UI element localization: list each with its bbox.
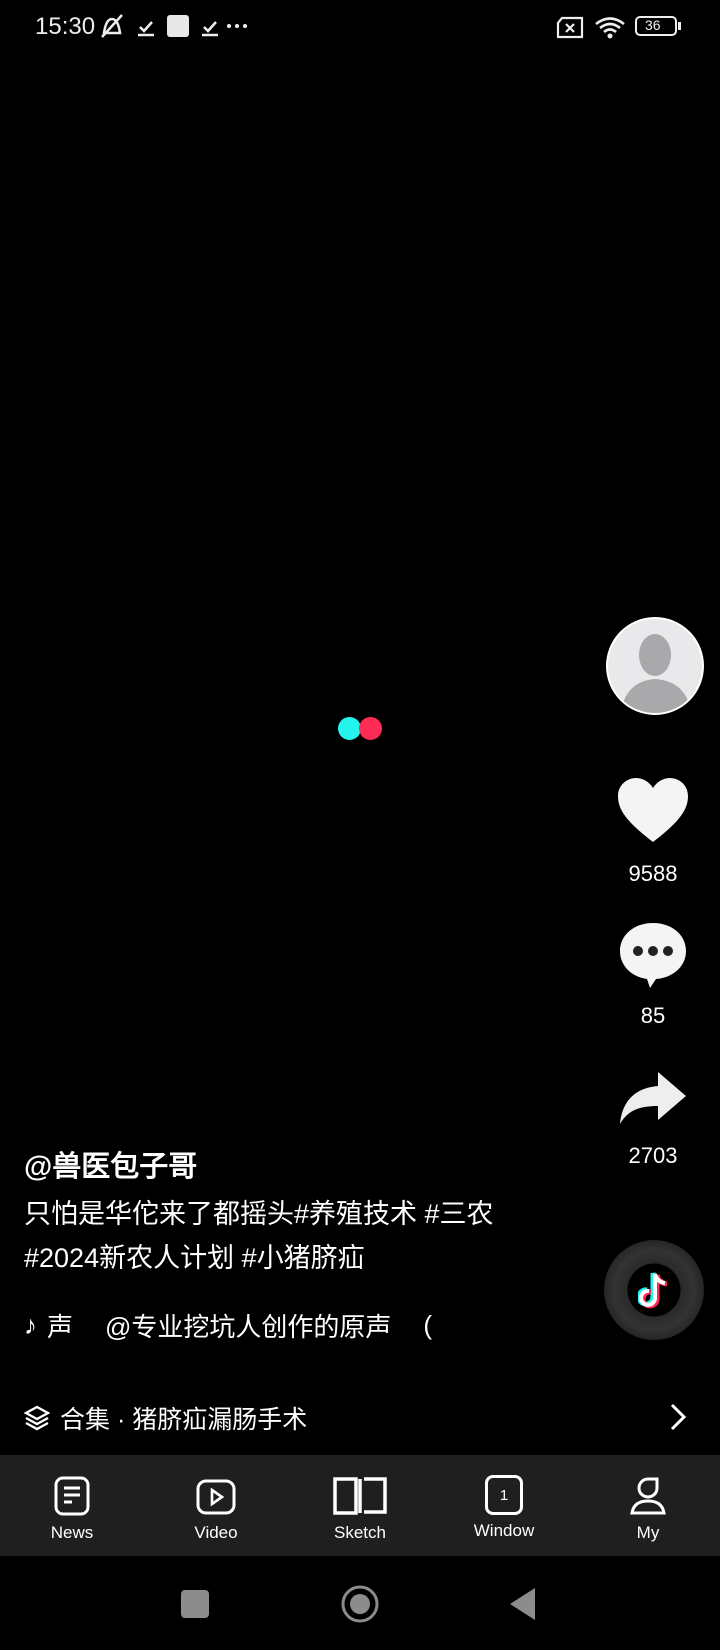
- music-info[interactable]: ♪ 声 @专业挖坑人创作的原声 (: [24, 1307, 464, 1344]
- music-title-overflow: (: [423, 1310, 433, 1340]
- recents-button[interactable]: [181, 1590, 209, 1618]
- tiktok-logo-icon: [638, 1272, 668, 1309]
- tab-video[interactable]: Video: [144, 1455, 288, 1556]
- like-count: 9588: [628, 861, 678, 886]
- music-note-icon: ♪: [24, 1310, 37, 1340]
- comment-button[interactable]: [603, 920, 703, 997]
- music-disc[interactable]: [604, 1240, 704, 1340]
- status-bar: 15:30 36: [0, 0, 720, 56]
- bottom-tab-bar: News Video Sketch 1 Window My: [0, 1455, 720, 1556]
- creator-username[interactable]: @兽医包子哥: [24, 1143, 197, 1185]
- back-button[interactable]: [508, 1586, 538, 1622]
- chevron-right-icon[interactable]: [668, 1402, 688, 1440]
- comment-icon: [620, 923, 686, 988]
- system-status-icons: [556, 16, 681, 39]
- video-description: 只怕是华佗来了都摇头#养殖技术 #三农 #2024新农人计划 #小猪脐疝: [24, 1199, 494, 1273]
- collection-title: 合集 · 猪脐疝漏肠手术: [60, 1406, 308, 1434]
- like-button[interactable]: [603, 776, 703, 851]
- tab-label: My: [636, 1523, 660, 1542]
- share-icon: [620, 1072, 686, 1124]
- system-navigation-bar: [0, 1556, 720, 1650]
- collection-link[interactable]: 合集 · 猪脐疝漏肠手术: [24, 1400, 704, 1436]
- window-count: 1: [499, 1486, 509, 1504]
- comment-count: 85: [640, 1003, 666, 1028]
- tab-news[interactable]: News: [0, 1455, 144, 1556]
- person-placeholder-icon: [620, 634, 692, 713]
- clock: 15:30: [35, 13, 96, 40]
- tab-label: News: [50, 1523, 94, 1542]
- music-title: @专业挖坑人创作的原声: [105, 1312, 392, 1342]
- window-icon: 1: [485, 1475, 523, 1515]
- tab-label: Video: [194, 1523, 238, 1542]
- notification-icons: [101, 14, 247, 38]
- music-prefix: 声: [47, 1312, 74, 1342]
- tab-label: Window: [473, 1521, 535, 1540]
- home-button[interactable]: [340, 1584, 380, 1624]
- tab-window[interactable]: 1 Window: [432, 1455, 576, 1556]
- book-icon: [333, 1477, 387, 1515]
- news-icon: [54, 1476, 90, 1516]
- share-button[interactable]: [603, 1068, 703, 1133]
- person-icon: [630, 1477, 666, 1515]
- layers-icon: [24, 1405, 50, 1431]
- tab-label: Sketch: [334, 1523, 386, 1542]
- video-icon: [196, 1479, 236, 1515]
- heart-icon: [618, 778, 688, 842]
- creator-avatar[interactable]: [606, 617, 704, 715]
- battery-level: 36: [645, 17, 661, 33]
- tab-sketch[interactable]: Sketch: [288, 1455, 432, 1556]
- tab-my[interactable]: My: [576, 1455, 720, 1556]
- share-count: 2703: [628, 1143, 678, 1168]
- loading-indicator: [338, 717, 386, 741]
